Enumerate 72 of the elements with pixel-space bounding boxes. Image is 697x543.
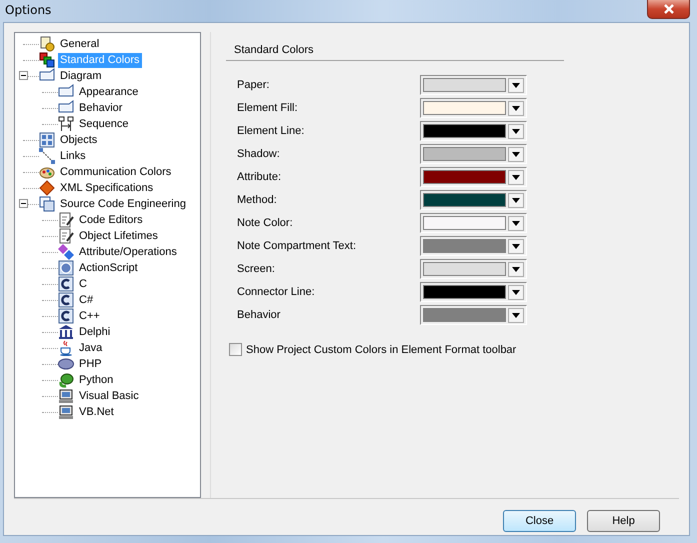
tree-item[interactable]: Object Lifetimes xyxy=(77,228,160,244)
tree-item[interactable]: Delphi xyxy=(77,324,112,340)
document-pencil-icon xyxy=(58,228,74,244)
color-label: Screen: xyxy=(237,263,276,275)
collapse-toggle[interactable] xyxy=(19,199,28,208)
tree-item[interactable]: Diagram xyxy=(58,68,104,84)
color-label: Method: xyxy=(237,194,278,206)
color-picker[interactable] xyxy=(420,75,527,95)
checkbox-label: Show Project Custom Colors in Element Format toolbar xyxy=(246,344,516,356)
color-label: Note Color: xyxy=(237,217,294,229)
color-label: Shadow: xyxy=(237,148,281,160)
tree-item[interactable]: Appearance xyxy=(77,84,140,100)
grid-icon xyxy=(39,132,55,148)
tree-item[interactable]: Links xyxy=(58,148,88,164)
color-picker[interactable] xyxy=(420,190,527,210)
dialog-button[interactable]: Close xyxy=(503,510,576,532)
oval-badge-icon xyxy=(58,356,74,372)
tree-item[interactable]: General xyxy=(58,36,102,52)
tree-item[interactable]: PHP xyxy=(77,356,104,372)
sequence-icon xyxy=(58,116,74,132)
dialog-button[interactable]: Help xyxy=(587,510,660,532)
diamonds-icon xyxy=(58,244,74,260)
color-picker[interactable] xyxy=(420,282,527,302)
color-label: Behavior xyxy=(237,309,282,321)
tree-item[interactable]: Java xyxy=(77,340,104,356)
diamond-badge-icon xyxy=(39,180,55,196)
color-label: Element Line: xyxy=(237,125,306,137)
color-picker[interactable] xyxy=(420,259,527,279)
language-icon xyxy=(58,308,74,324)
checkbox[interactable] xyxy=(229,343,242,356)
tree-item[interactable]: Source Code Engineering xyxy=(58,196,188,212)
stacked-pages-icon xyxy=(39,196,55,212)
link-icon xyxy=(39,148,55,164)
language-icon xyxy=(58,276,74,292)
tree-item[interactable]: Objects xyxy=(58,132,100,148)
color-picker[interactable] xyxy=(420,167,527,187)
tree-item[interactable]: Visual Basic xyxy=(77,388,141,404)
document-pencil-icon xyxy=(58,212,74,228)
collapse-toggle[interactable] xyxy=(19,71,28,80)
section-title: Standard Colors xyxy=(226,42,564,61)
tree-item[interactable]: XML Specifications xyxy=(58,180,156,196)
color-label: Paper: xyxy=(237,79,270,91)
tree-item[interactable]: Behavior xyxy=(77,100,124,116)
color-picker[interactable] xyxy=(420,98,527,118)
tree-item[interactable]: ActionScript xyxy=(77,260,140,276)
temple-icon xyxy=(58,324,74,340)
color-picker[interactable] xyxy=(420,213,527,233)
color-label: Connector Line: xyxy=(237,286,316,298)
tree-item[interactable]: Python xyxy=(77,372,116,388)
color-picker[interactable] xyxy=(420,121,527,141)
window-title: Options xyxy=(5,2,52,19)
tree-item[interactable]: VB.Net xyxy=(77,404,116,420)
color-picker[interactable] xyxy=(420,144,527,164)
color-picker[interactable] xyxy=(420,236,527,256)
close-button[interactable] xyxy=(647,0,690,19)
close-icon xyxy=(662,4,674,14)
tree-item[interactable]: C# xyxy=(77,292,96,308)
tree-item[interactable]: Code Editors xyxy=(77,212,145,228)
tree-item[interactable]: C++ xyxy=(77,308,102,324)
color-label: Element Fill: xyxy=(237,102,299,114)
color-label: Attribute: xyxy=(237,171,282,183)
color-label: Note Compartment Text: xyxy=(237,240,358,252)
tree-item[interactable]: Attribute/Operations xyxy=(77,244,179,260)
coffee-cup-icon xyxy=(58,340,74,356)
tree-item[interactable]: Sequence xyxy=(77,116,131,132)
computer-icon xyxy=(58,388,74,404)
colored-squares-icon xyxy=(39,52,55,68)
computer-icon xyxy=(58,404,74,420)
tree-item[interactable]: C xyxy=(77,276,89,292)
color-picker[interactable] xyxy=(420,305,527,325)
language-icon xyxy=(58,292,74,308)
tree-item[interactable]: Communication Colors xyxy=(58,164,174,180)
